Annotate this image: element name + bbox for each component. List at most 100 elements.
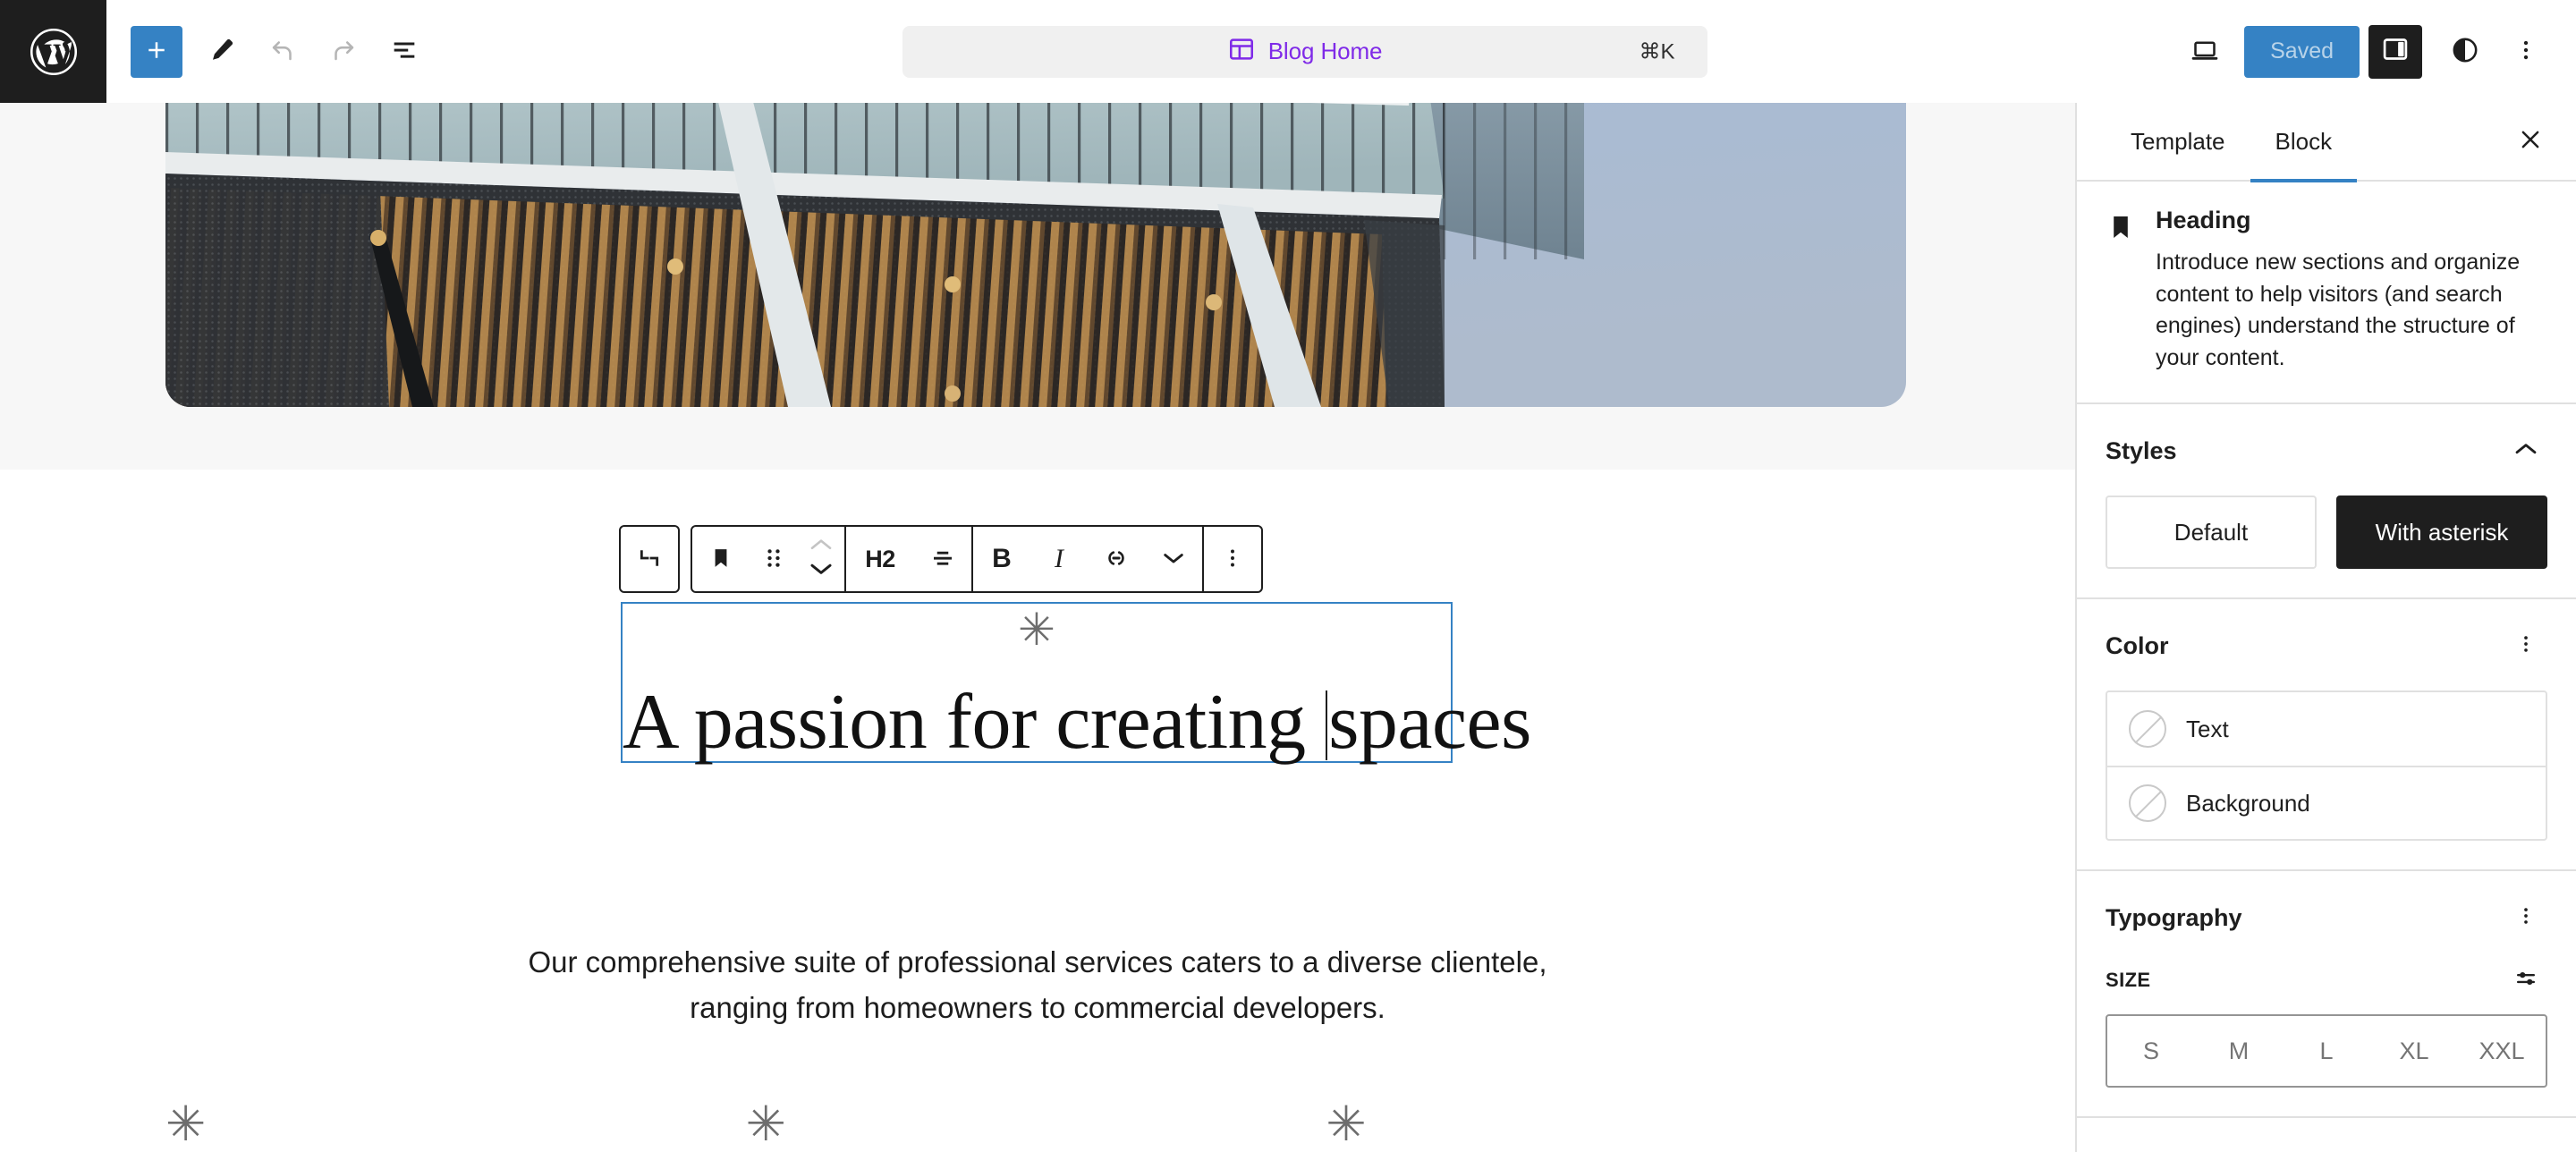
block-type-button[interactable] (692, 527, 750, 591)
style-option-with-asterisk[interactable]: With asterisk (2336, 496, 2547, 569)
feature-column[interactable]: ✳ Renovation and restoration (165, 1100, 746, 1152)
align-text-button[interactable] (914, 527, 971, 591)
settings-sidebar-toggle-button[interactable] (2368, 24, 2422, 79)
bold-label: B (992, 544, 1012, 573)
styles-collapse-button[interactable] (2504, 429, 2547, 472)
drag-handle-button[interactable] (750, 527, 798, 591)
editor-options-button[interactable] (2496, 21, 2556, 82)
sidebar-panel-icon (2380, 34, 2411, 69)
save-button[interactable]: Saved (2244, 25, 2360, 78)
hero-subtitle-line-1: Our comprehensive suite of professional … (528, 945, 1547, 978)
select-parent-block-button[interactable] (621, 527, 678, 591)
edit-mode-button[interactable] (191, 21, 252, 82)
hero-subtitle-line-2: ranging from homeowners to commercial de… (690, 991, 1385, 1025)
heading-asterisk: ✳ (1018, 605, 1055, 655)
sidebar-tabs: Template Block (2077, 103, 2576, 182)
tab-template[interactable]: Template (2106, 103, 2250, 181)
wordpress-logo-button[interactable] (0, 0, 106, 103)
color-swatch-none-icon (2129, 784, 2166, 822)
parent-block-icon (635, 544, 664, 575)
hero-subtitle[interactable]: Our comprehensive suite of professional … (0, 939, 2075, 1030)
typography-options-button[interactable] (2504, 896, 2547, 939)
close-sidebar-button[interactable] (2504, 115, 2556, 167)
move-up-button[interactable] (808, 536, 835, 558)
chevron-up-icon (2512, 440, 2539, 462)
color-options-button[interactable] (2504, 624, 2547, 667)
selected-heading-block[interactable]: ✳ A passion for creating spaces (621, 602, 1531, 766)
link-button[interactable] (1088, 527, 1145, 591)
heading-level-label: H2 (865, 545, 895, 572)
view-device-button[interactable] (2174, 21, 2235, 82)
link-icon (1102, 544, 1131, 575)
global-styles-button[interactable] (2435, 21, 2496, 82)
color-swatch-none-icon (2129, 710, 2166, 748)
redo-button[interactable] (313, 21, 374, 82)
feature-asterisk-icon: ✳ (745, 1097, 786, 1151)
feature-asterisk-icon: ✳ (165, 1097, 207, 1151)
hero-image[interactable] (165, 103, 1906, 407)
style-option-default[interactable]: Default (2106, 496, 2317, 569)
heading-text-after: spaces (1328, 678, 1531, 766)
contrast-half-circle-icon (2450, 35, 2480, 68)
header-center: Blog Home ⌘K (435, 25, 2174, 78)
pencil-icon (208, 36, 236, 67)
move-down-button[interactable] (808, 560, 835, 582)
heading-bookmark-icon (2106, 207, 2136, 247)
more-rich-text-button[interactable] (1145, 527, 1202, 591)
three-dots-vertical-icon (2514, 904, 2538, 932)
three-dots-vertical-icon (2514, 632, 2538, 660)
color-section-title: Color (2106, 631, 2169, 659)
redo-icon (328, 35, 359, 68)
color-row-background[interactable]: Background (2107, 766, 2546, 839)
typography-section: Typography SIZE S M L XL XXL (2077, 871, 2576, 1118)
feature-asterisk-icon: ✳ (1326, 1097, 1367, 1151)
list-view-icon (389, 35, 419, 68)
font-size-option-l[interactable]: L (2283, 1016, 2370, 1086)
undo-button[interactable] (252, 21, 313, 82)
feature-column[interactable]: ✳ App Access (1326, 1100, 1906, 1152)
font-size-label: SIZE (2106, 969, 2151, 991)
text-caret (1326, 690, 1328, 760)
font-size-option-xxl[interactable]: XXL (2458, 1016, 2546, 1086)
font-size-settings-button[interactable] (2504, 959, 2547, 1002)
block-options-button[interactable] (1204, 527, 1261, 591)
color-row-text[interactable]: Text (2107, 692, 2546, 766)
italic-button[interactable]: I (1030, 527, 1088, 591)
glass-canopy-architecture-photo (165, 103, 1906, 407)
toolbar-group-block: H2 B I (691, 525, 1263, 593)
undo-icon (267, 35, 298, 68)
editor-header: Blog Home ⌘K Saved (0, 0, 2576, 103)
font-size-option-xl[interactable]: XL (2370, 1016, 2458, 1086)
font-size-toggle-group: S M L XL XXL (2106, 1014, 2547, 1088)
italic-label: I (1055, 544, 1063, 573)
styles-section: Styles Default With asterisk (2077, 404, 2576, 599)
command-bar-button[interactable]: Blog Home ⌘K (902, 25, 1707, 78)
feature-column[interactable]: ✳ Continuous Support (746, 1100, 1326, 1152)
typography-section-title: Typography (2106, 903, 2242, 931)
heading-level-button[interactable]: H2 (846, 527, 914, 591)
block-info-section: Heading Introduce new sections and organ… (2077, 182, 2576, 404)
document-overview-button[interactable] (374, 21, 435, 82)
drag-dots-icon (762, 546, 785, 573)
tab-block[interactable]: Block (2250, 103, 2358, 182)
block-description: Introduce new sections and organize cont… (2156, 250, 2521, 370)
three-dots-vertical-icon (1220, 546, 1245, 573)
dimensions-options-button[interactable] (2504, 1143, 2547, 1152)
font-size-option-s[interactable]: S (2107, 1016, 2195, 1086)
font-size-option-m[interactable]: M (2195, 1016, 2283, 1086)
heading-text-before: A passion for creating (623, 678, 1326, 766)
header-left-toolbar (106, 21, 435, 82)
dimensions-section: Dimensions (2077, 1118, 2576, 1152)
laptop-icon (2189, 34, 2221, 69)
command-bar-shortcut: ⌘K (1639, 39, 1675, 64)
bold-button[interactable]: B (973, 527, 1030, 591)
block-movers (798, 527, 844, 591)
template-icon (1227, 35, 1256, 68)
wordpress-site-editor: Blog Home ⌘K Saved H2 B I ✳ A passion fo… (0, 0, 2576, 1152)
add-block-button[interactable] (131, 25, 182, 78)
heading-text[interactable]: A passion for creating spaces (623, 678, 1531, 766)
plus-icon (143, 37, 170, 66)
styles-section-title: Styles (2106, 436, 2177, 464)
chevron-down-icon (1161, 546, 1186, 573)
color-label-background: Background (2186, 789, 2310, 817)
